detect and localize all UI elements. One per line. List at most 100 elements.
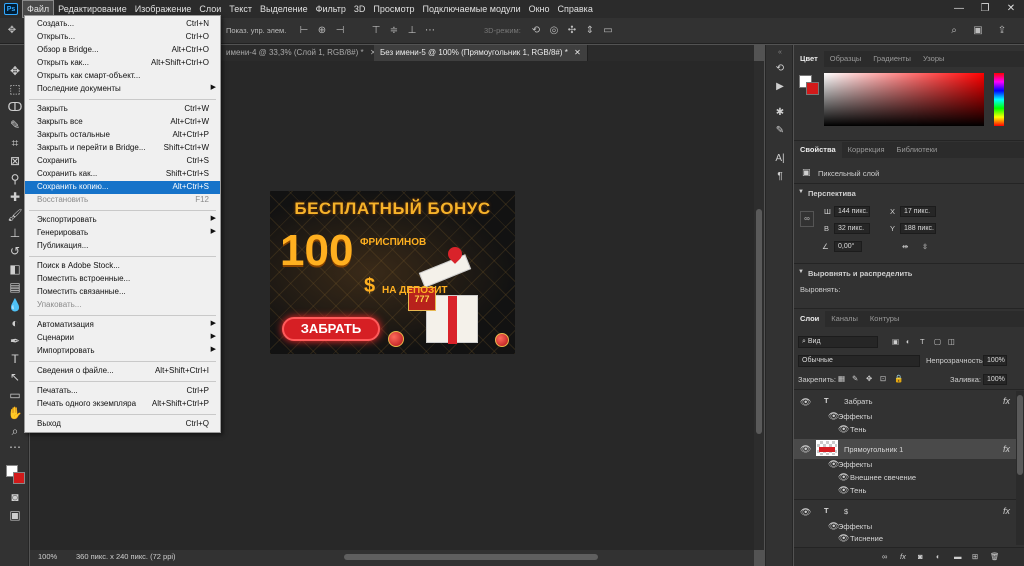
history-panel-icon[interactable]: ⟲	[774, 63, 786, 75]
3d-rotate-icon[interactable]: ⟲	[530, 25, 542, 37]
tab-adjustments[interactable]: Коррекция	[842, 142, 891, 158]
pen-tool-icon[interactable]: ✒	[7, 333, 23, 349]
file-menu-item[interactable]: Создать... Ctrl+N	[25, 18, 220, 31]
move-tool-icon[interactable]: ✥	[7, 63, 23, 79]
new-adjustment-icon[interactable]: ◐	[936, 552, 941, 561]
file-menu-item[interactable]: Сохранить копию... Alt+Ctrl+S	[25, 181, 220, 194]
brush-tool-icon[interactable]: 🖌	[7, 207, 23, 223]
brush-panel-icon[interactable]: ✱	[774, 107, 786, 119]
eyedropper-tool-icon[interactable]: ⚲	[7, 171, 23, 187]
file-menu-item[interactable]: Закрыть Ctrl+W	[25, 103, 220, 116]
scroll-thumb[interactable]	[756, 209, 762, 434]
close-window-button[interactable]: ✕	[998, 0, 1024, 18]
more-tools-icon[interactable]: ⋯	[7, 439, 23, 455]
quick-mask-icon[interactable]: ◙	[7, 489, 23, 505]
chevron-down-icon[interactable]: ▼	[798, 189, 804, 195]
menu-plugins[interactable]: Подключаемые модули	[419, 0, 525, 18]
file-menu-item[interactable]: Сведения о файле... Alt+Shift+Ctrl+I	[25, 365, 220, 378]
visibility-eye-icon[interactable]: 👁	[838, 533, 849, 544]
tab-document-4[interactable]: имени-4 @ 33,3% (Слой 1, RGB/8#) * ✕	[220, 45, 384, 61]
file-menu-item[interactable]: Открыть... Ctrl+O	[25, 31, 220, 44]
fx-icon[interactable]: fx	[1003, 444, 1010, 454]
paragraph-panel-icon[interactable]: ¶	[774, 171, 786, 183]
hand-tool-icon[interactable]: ✋	[7, 405, 23, 421]
visibility-eye-icon[interactable]: 👁	[800, 397, 811, 408]
fx-icon[interactable]: fx	[1003, 506, 1010, 516]
hue-slider[interactable]	[994, 73, 1004, 126]
filter-shape-icon[interactable]: ▢	[934, 337, 941, 346]
document-canvas[interactable]: 777 БЕСПЛАТНЫЙ БОНУС 100 ФРИСПИНОВ $ НА …	[270, 191, 515, 354]
file-menu-item[interactable]: Сохранить Ctrl+S	[25, 155, 220, 168]
eraser-tool-icon[interactable]: ◧	[7, 261, 23, 277]
screen-mode-icon[interactable]: ▣	[7, 507, 23, 523]
tab-color[interactable]: Цвет	[794, 51, 824, 67]
layers-scrollbar[interactable]	[1016, 391, 1024, 545]
tab-patterns[interactable]: Узоры	[917, 51, 950, 67]
tab-libraries[interactable]: Библиотеки	[891, 142, 944, 158]
layer-name[interactable]: Прямоугольник 1	[844, 445, 903, 454]
file-menu-item[interactable]: Сценарии ▶	[25, 332, 220, 345]
filter-smart-icon[interactable]: ◫	[948, 337, 955, 346]
share-icon[interactable]: ⇪	[996, 25, 1008, 37]
layer-name[interactable]: Забрать	[844, 397, 873, 406]
file-menu-item[interactable]: Открыть как... Alt+Shift+Ctrl+O	[25, 57, 220, 70]
close-icon[interactable]: ✕	[574, 48, 581, 57]
search-icon[interactable]: ⌕	[948, 25, 960, 37]
zoom-level[interactable]: 100%	[38, 552, 57, 561]
file-menu-item[interactable]: Публикация...	[25, 240, 220, 253]
angle-field[interactable]: 0,00°	[834, 241, 862, 252]
blend-mode-select[interactable]: Обычные	[798, 355, 920, 367]
crop-tool-icon[interactable]: ⌗	[7, 135, 23, 151]
file-menu-item[interactable]: Закрыть и перейти в Bridge... Shift+Ctrl+…	[25, 142, 220, 155]
flip-horizontal-icon[interactable]: ⇹	[902, 242, 908, 251]
type-tool-icon[interactable]: T	[7, 351, 23, 367]
menu-window[interactable]: Окно	[525, 0, 554, 18]
distribute-icon[interactable]: ⋯	[424, 25, 436, 37]
maximize-button[interactable]: ❐	[972, 0, 998, 18]
background-color-swatch[interactable]	[806, 82, 819, 95]
3d-slide-icon[interactable]: ⇕	[584, 25, 596, 37]
dodge-tool-icon[interactable]: ◐	[7, 315, 23, 331]
blur-tool-icon[interactable]: 💧	[7, 297, 23, 313]
canvas-vertical-scrollbar[interactable]	[754, 61, 764, 550]
3d-drag-icon[interactable]: ✣	[566, 25, 578, 37]
delete-layer-icon[interactable]: 🗑	[990, 552, 1000, 561]
gradient-tool-icon[interactable]: ▤	[7, 279, 23, 295]
menu-help[interactable]: Справка	[554, 0, 597, 18]
file-menu-item[interactable]: Последние документы ▶	[25, 83, 220, 96]
filter-pixel-icon[interactable]: ▣	[892, 337, 899, 346]
menu-view[interactable]: Просмотр	[369, 0, 418, 18]
lasso-tool-icon[interactable]: ↀ	[7, 99, 23, 115]
menu-type[interactable]: Текст	[225, 0, 256, 18]
fill-field[interactable]: 100%	[983, 374, 1007, 385]
actions-panel-icon[interactable]: ▶	[774, 81, 786, 93]
link-icon[interactable]: ∞	[800, 211, 814, 227]
width-field[interactable]: 144 пикс.	[834, 206, 870, 217]
new-layer-icon[interactable]: ⊞	[972, 552, 978, 561]
file-menu-item[interactable]: Автоматизация ▶	[25, 319, 220, 332]
align-left-icon[interactable]: ⊢	[298, 25, 310, 37]
file-menu-item[interactable]: Экспортировать ▶	[25, 214, 220, 227]
link-layers-icon[interactable]: ∞	[882, 552, 887, 561]
x-field[interactable]: 17 пикс.	[900, 206, 936, 217]
flip-vertical-icon[interactable]: ⇳	[922, 242, 928, 251]
tab-document-5[interactable]: Без имени-5 @ 100% (Прямоугольник 1, RGB…	[374, 45, 588, 61]
fx-icon[interactable]: fx	[1003, 396, 1010, 406]
workspace-icon[interactable]: ▣	[972, 25, 984, 37]
shape-tool-icon[interactable]: ▭	[7, 387, 23, 403]
quick-select-tool-icon[interactable]: ✎	[7, 117, 23, 133]
align-right-icon[interactable]: ⊣	[334, 25, 346, 37]
healing-tool-icon[interactable]: ✚	[7, 189, 23, 205]
history-brush-tool-icon[interactable]: ↺	[7, 243, 23, 259]
color-field[interactable]	[824, 73, 984, 126]
path-select-tool-icon[interactable]: ↖	[7, 369, 23, 385]
frame-tool-icon[interactable]: ⊠	[7, 153, 23, 169]
height-field[interactable]: 32 пикс.	[834, 223, 870, 234]
file-menu-item[interactable]: Обзор в Bridge... Alt+Ctrl+O	[25, 44, 220, 57]
tab-layers[interactable]: Слои	[794, 311, 826, 327]
menu-filter[interactable]: Фильтр	[312, 0, 350, 18]
tab-swatches[interactable]: Образцы	[824, 51, 868, 67]
visibility-eye-icon[interactable]: 👁	[838, 472, 849, 483]
layer-filter-select[interactable]: ⌕ Вид	[798, 336, 878, 348]
file-menu-item[interactable]: Закрыть остальные Alt+Ctrl+P	[25, 129, 220, 142]
